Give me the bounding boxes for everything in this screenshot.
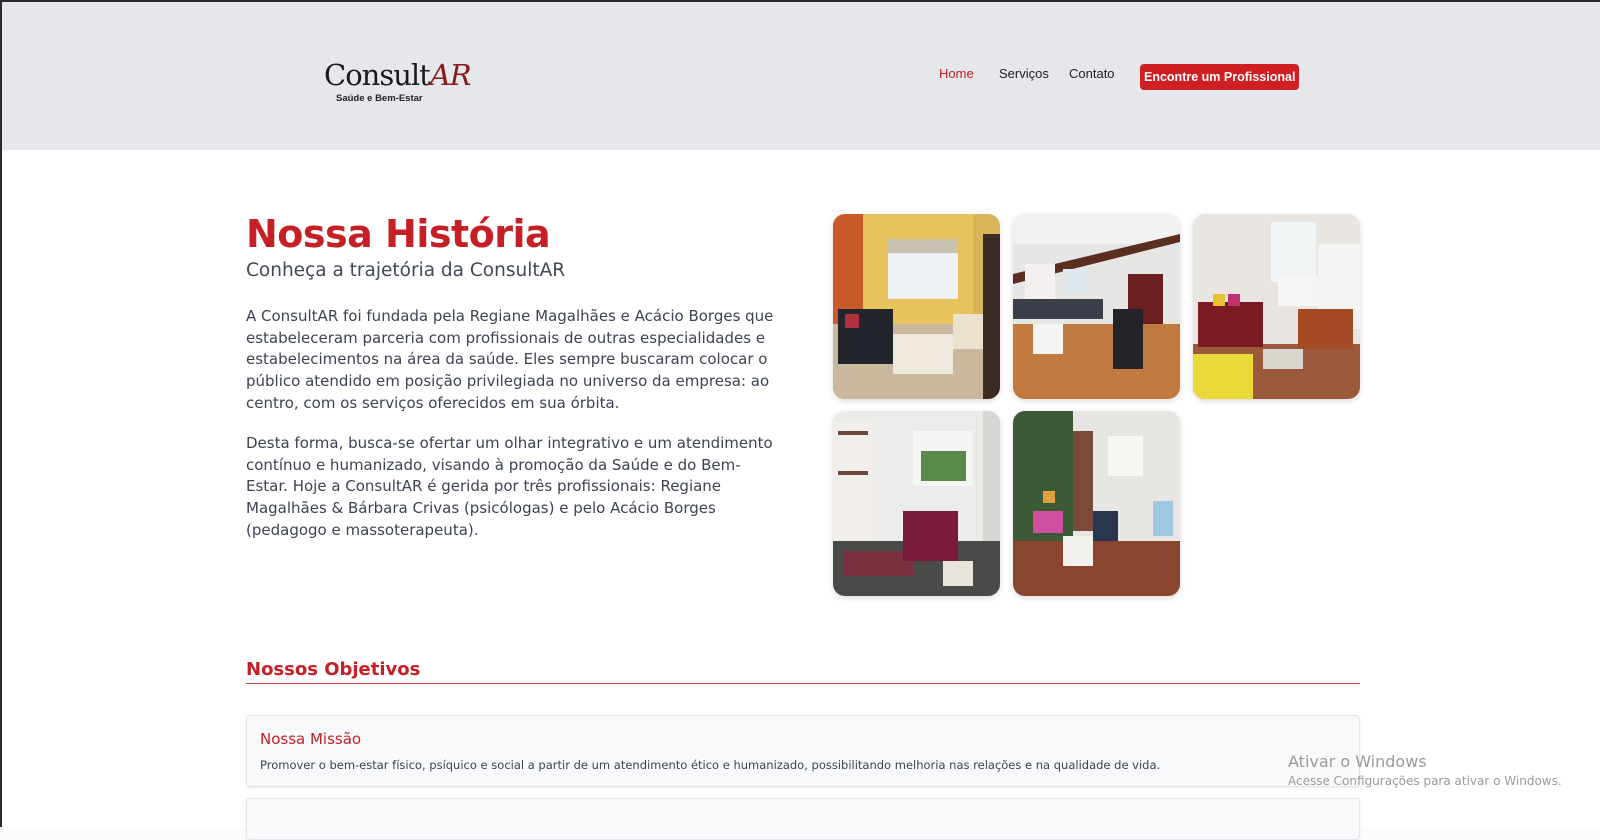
nav-home[interactable]: Home: [939, 66, 974, 81]
page-title: Nossa História: [246, 212, 551, 256]
kids-room-photo[interactable]: [1193, 214, 1360, 399]
find-professional-button[interactable]: Encontre um Profissional: [1140, 64, 1300, 90]
logo-text: Consult: [324, 58, 431, 92]
nav-contact[interactable]: Contato: [1069, 66, 1115, 81]
windows-activation-subtitle: Acesse Configurações para ativar o Windo…: [1288, 774, 1562, 788]
logo[interactable]: ConsultAR Saúde e Bem-Estar: [324, 60, 472, 108]
mission-card: Nossa Missão Promover o bem-estar físico…: [246, 715, 1360, 787]
mission-text: Promover o bem-estar físico, psíquico e …: [260, 758, 1161, 772]
therapy-room-photo[interactable]: [1013, 214, 1180, 399]
logo-tagline: Saúde e Bem-Estar: [336, 93, 423, 104]
logo-wordmark: ConsultAR: [324, 58, 472, 92]
next-card: [246, 798, 1360, 840]
history-paragraph-1: A ConsultAR foi fundada pela Regiane Mag…: [246, 307, 774, 412]
logo-accent: AR: [429, 58, 472, 92]
mission-title: Nossa Missão: [260, 730, 362, 748]
consult-room-photo[interactable]: [833, 411, 1000, 596]
site-header: ConsultAR Saúde e Bem-Estar Home Serviço…: [2, 2, 1600, 150]
hallway-photo[interactable]: [1013, 411, 1180, 596]
page-subtitle: Conheça a trajetória da ConsultAR: [246, 260, 566, 281]
windows-activation-title: Ativar o Windows: [1288, 752, 1427, 771]
history-paragraph-2: Desta forma, busca-se ofertar um olhar i…: [246, 434, 773, 539]
objectives-title: Nossos Objetivos: [246, 659, 421, 680]
main-content: Nossa História Conheça a trajetória da C…: [2, 150, 1600, 840]
office-living-room-photo[interactable]: [833, 214, 1000, 399]
nav-services[interactable]: Serviços: [999, 66, 1049, 81]
section-divider: [246, 683, 1360, 684]
